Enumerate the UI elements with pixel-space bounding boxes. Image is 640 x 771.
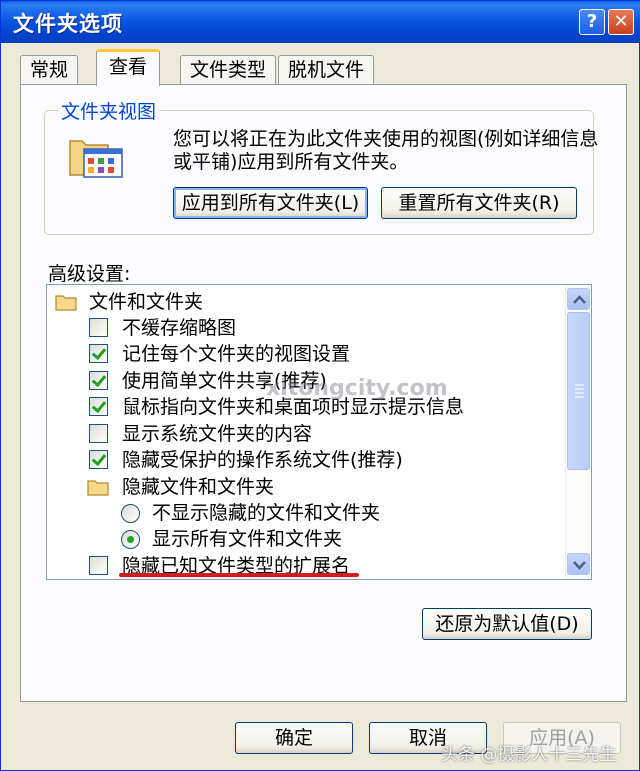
grip-icon	[575, 384, 584, 398]
list-item-label: 显示系统文件夹的内容	[122, 423, 313, 445]
list-item-label: 不显示隐藏的文件和文件夹	[152, 502, 381, 524]
vertical-scrollbar[interactable]	[565, 286, 590, 578]
scroll-up-button[interactable]	[567, 288, 590, 310]
advanced-settings-label: 高级设置:	[48, 263, 131, 285]
chevron-down-icon	[573, 561, 586, 570]
tab-file-types[interactable]: 文件类型	[180, 55, 277, 85]
list-item-label: 显示所有文件和文件夹	[152, 528, 343, 550]
checkbox[interactable]	[89, 397, 108, 416]
folder-icon	[55, 295, 77, 311]
tab-view[interactable]: 查看	[96, 49, 161, 86]
annotation-underline	[119, 573, 359, 577]
list-item-label: 不缓存缩略图	[122, 317, 237, 339]
ok-button[interactable]: 确定	[235, 722, 353, 754]
folder-icon	[87, 480, 109, 496]
tab-general[interactable]: 常规	[20, 55, 79, 85]
checkbox[interactable]	[89, 344, 108, 363]
corner-watermark: 头条 @摄影人十三先生	[441, 745, 617, 765]
advanced-settings-list[interactable]: 文件和文件夹 不缓存缩略图 记住每个文件夹的视图设置 使用简单文件共享(推荐) …	[46, 284, 592, 580]
scroll-down-button[interactable]	[567, 553, 590, 575]
folder-options-dialog: 文件夹选项 ? ✕ 常规 查看 文件类型 脱机文件 文件夹视图 您可以将正在为此…	[0, 0, 640, 771]
list-item-label: 记住每个文件夹的视图设置	[122, 343, 351, 365]
folder-view-legend: 文件夹视图	[58, 97, 160, 124]
watermark: xitongcity.com	[266, 376, 448, 401]
apply-to-all-folders-button[interactable]: 应用到所有文件夹(L)	[173, 187, 368, 219]
restore-defaults-button[interactable]: 还原为默认值(D)	[422, 608, 592, 640]
folder-view-description: 您可以将正在为此文件夹使用的视图(例如详细信息或平铺)应用到所有文件夹。	[173, 128, 599, 173]
checkbox[interactable]	[89, 424, 108, 443]
reset-all-folders-button[interactable]: 重置所有文件夹(R)	[381, 187, 577, 219]
list-item-label: 隐藏受保护的操作系统文件(推荐)	[122, 449, 403, 471]
checkbox[interactable]	[89, 318, 108, 337]
list-item-label: 隐藏文件和文件夹	[122, 476, 275, 498]
close-button[interactable]: ✕	[608, 9, 634, 35]
radio-button[interactable]	[121, 504, 140, 523]
list-item-label: 文件和文件夹	[89, 291, 204, 313]
window-title: 文件夹选项	[13, 12, 123, 36]
tab-offline-files[interactable]: 脱机文件	[278, 55, 375, 85]
checkbox[interactable]	[89, 450, 108, 469]
scroll-thumb[interactable]	[567, 312, 590, 470]
checkbox[interactable]	[89, 371, 108, 390]
folder-view-icon	[69, 140, 123, 178]
title-bar[interactable]: 文件夹选项 ? ✕	[1, 1, 640, 43]
radio-button[interactable]	[121, 530, 140, 549]
chevron-up-icon	[573, 295, 586, 304]
checkbox[interactable]	[89, 556, 108, 575]
help-button[interactable]: ?	[579, 9, 605, 35]
